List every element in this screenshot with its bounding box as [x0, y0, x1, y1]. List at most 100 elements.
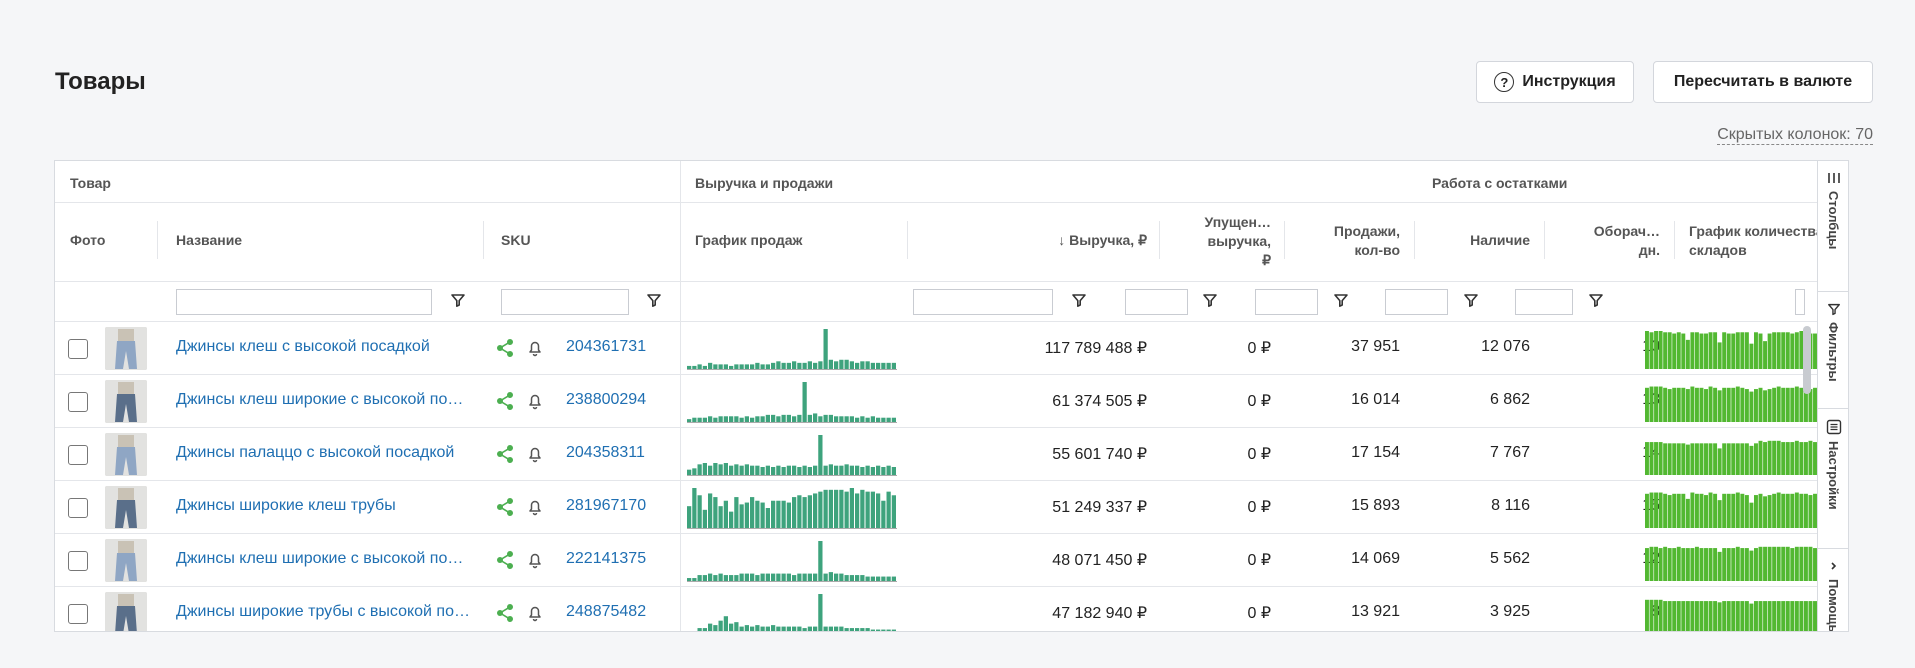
row-checkbox[interactable] [68, 498, 88, 518]
header-sales-qty[interactable]: Продажи, кол-во [1284, 222, 1400, 260]
product-photo[interactable] [105, 327, 147, 370]
sales-bar [718, 464, 723, 475]
table-row[interactable]: Джинсы клеш широкие с высокой посадкой 23… [55, 375, 1848, 428]
sidebar-help[interactable]: Помощь [1818, 549, 1848, 631]
bell-icon[interactable] [525, 338, 545, 358]
sidebar-settings[interactable]: Настройки [1818, 409, 1848, 549]
product-name-link[interactable]: Джинсы клеш широкие с высокой посадкой [176, 550, 471, 568]
sku-link[interactable]: 281967170 [566, 497, 646, 515]
table-row[interactable]: Джинсы широкие клеш трубы 281967170 51 249… [55, 481, 1848, 534]
bell-icon[interactable] [525, 497, 545, 517]
header-turnover[interactable]: Оборач… дн. [1544, 222, 1660, 260]
header-lost-revenue[interactable]: Упущен… выручка, ₽ [1159, 213, 1271, 270]
sku-link[interactable]: 248875482 [566, 603, 646, 621]
stock-filter-input[interactable] [1385, 289, 1448, 315]
share-icon[interactable] [495, 444, 515, 464]
product-name-link[interactable]: Джинсы палаццо с высокой посадкой [176, 444, 471, 462]
bell-icon[interactable] [525, 444, 545, 464]
header-name[interactable]: Название [176, 231, 242, 250]
sales-sparkline[interactable] [687, 591, 897, 632]
warehouse-bar [1681, 443, 1686, 475]
warehouse-bar [1744, 548, 1749, 581]
product-name-link[interactable]: Джинсы широкие клеш трубы [176, 497, 471, 515]
sales-bar [786, 626, 791, 631]
share-icon[interactable] [495, 550, 515, 570]
sales-bar [865, 491, 870, 528]
sales-sparkline[interactable] [687, 538, 897, 582]
product-photo[interactable] [105, 539, 147, 582]
sales-bar [708, 493, 713, 528]
sales-bar [865, 628, 870, 631]
instruction-button[interactable]: ? Инструкция [1476, 61, 1634, 103]
header-sku[interactable]: SKU [501, 231, 531, 250]
revenue-value: 61 374 505 ₽ [1052, 393, 1147, 410]
row-checkbox[interactable] [68, 339, 88, 359]
filter-funnel-icon[interactable] [1588, 292, 1604, 308]
sales-bar [786, 465, 791, 475]
filter-funnel-icon[interactable] [1463, 292, 1479, 308]
sales-bar [844, 491, 849, 528]
sidebar-columns[interactable]: Столбцы [1818, 161, 1848, 292]
sku-link[interactable]: 204361731 [566, 338, 646, 356]
bell-icon[interactable] [525, 391, 545, 411]
header-revenue-sorted[interactable]: ↓ Выручка, ₽ [935, 231, 1147, 250]
revenue-filter-input[interactable] [913, 289, 1053, 315]
sales-bar [755, 465, 760, 475]
share-icon[interactable] [495, 338, 515, 358]
warehouse-bar [1776, 492, 1781, 528]
table-row[interactable]: Джинсы клеш широкие с высокой посадкой 22… [55, 534, 1848, 587]
warehouse-bar [1645, 599, 1649, 631]
sales-bar [876, 362, 881, 369]
turnover-filter-input[interactable] [1515, 289, 1573, 315]
sales-filter-input[interactable] [1255, 289, 1318, 315]
bell-icon[interactable] [525, 550, 545, 570]
filter-funnel-icon[interactable] [1202, 292, 1218, 308]
row-checkbox[interactable] [68, 551, 88, 571]
filter-funnel-icon[interactable] [450, 292, 466, 308]
warehouse-bar [1685, 498, 1690, 528]
vertical-scrollbar-track[interactable] [1802, 160, 1812, 632]
sales-sparkline[interactable] [687, 379, 897, 423]
hidden-columns-link[interactable]: Скрытых колонок: 70 [1717, 126, 1873, 145]
sales-bar [839, 359, 844, 369]
lost-revenue-filter-input[interactable] [1125, 289, 1188, 315]
help-circle-icon: ? [1494, 72, 1515, 92]
table-row[interactable]: Джинсы широкие трубы с высокой посадкой 2… [55, 587, 1848, 632]
sku-link[interactable]: 238800294 [566, 391, 646, 409]
table-row[interactable]: Джинсы палаццо с высокой посадкой 2043583… [55, 428, 1848, 481]
bell-icon[interactable] [525, 603, 545, 623]
filter-funnel-icon[interactable] [1333, 292, 1349, 308]
sku-link[interactable]: 222141375 [566, 550, 646, 568]
vertical-scrollbar-thumb[interactable] [1803, 326, 1811, 394]
filter-funnel-icon[interactable] [646, 292, 662, 308]
sku-link[interactable]: 204358311 [566, 444, 645, 462]
product-name-link[interactable]: Джинсы клеш широкие с высокой посадкой [176, 391, 471, 409]
row-checkbox[interactable] [68, 392, 88, 412]
product-photo[interactable] [105, 380, 147, 423]
share-icon[interactable] [495, 603, 515, 623]
share-icon[interactable] [495, 497, 515, 517]
sku-filter-input[interactable] [501, 289, 629, 315]
sales-bar [855, 465, 860, 475]
sales-bar [881, 576, 886, 581]
sales-bar [760, 467, 765, 475]
sales-sparkline[interactable] [687, 326, 897, 370]
share-icon[interactable] [495, 391, 515, 411]
product-photo[interactable] [105, 433, 147, 476]
sales-sparkline[interactable] [687, 432, 897, 476]
recalculate-currency-button[interactable]: Пересчитать в валюте [1653, 61, 1873, 103]
sidebar-filters[interactable]: Фильтры [1818, 292, 1848, 409]
name-filter-input[interactable] [176, 289, 432, 315]
header-stock[interactable]: Наличие [1414, 231, 1530, 250]
sales-sparkline[interactable] [687, 485, 897, 529]
product-photo[interactable] [105, 592, 147, 631]
sales-bar [802, 382, 807, 422]
product-name-link[interactable]: Джинсы клеш с высокой посадкой [176, 338, 471, 356]
row-checkbox[interactable] [68, 445, 88, 465]
product-name-link[interactable]: Джинсы широкие трубы с высокой посадкой [176, 603, 471, 621]
sales-bar [744, 625, 749, 631]
filter-funnel-icon[interactable] [1071, 292, 1087, 308]
table-row[interactable]: Джинсы клеш с высокой посадкой 204361731 1… [55, 322, 1848, 375]
row-checkbox[interactable] [68, 604, 88, 624]
product-photo[interactable] [105, 486, 147, 529]
